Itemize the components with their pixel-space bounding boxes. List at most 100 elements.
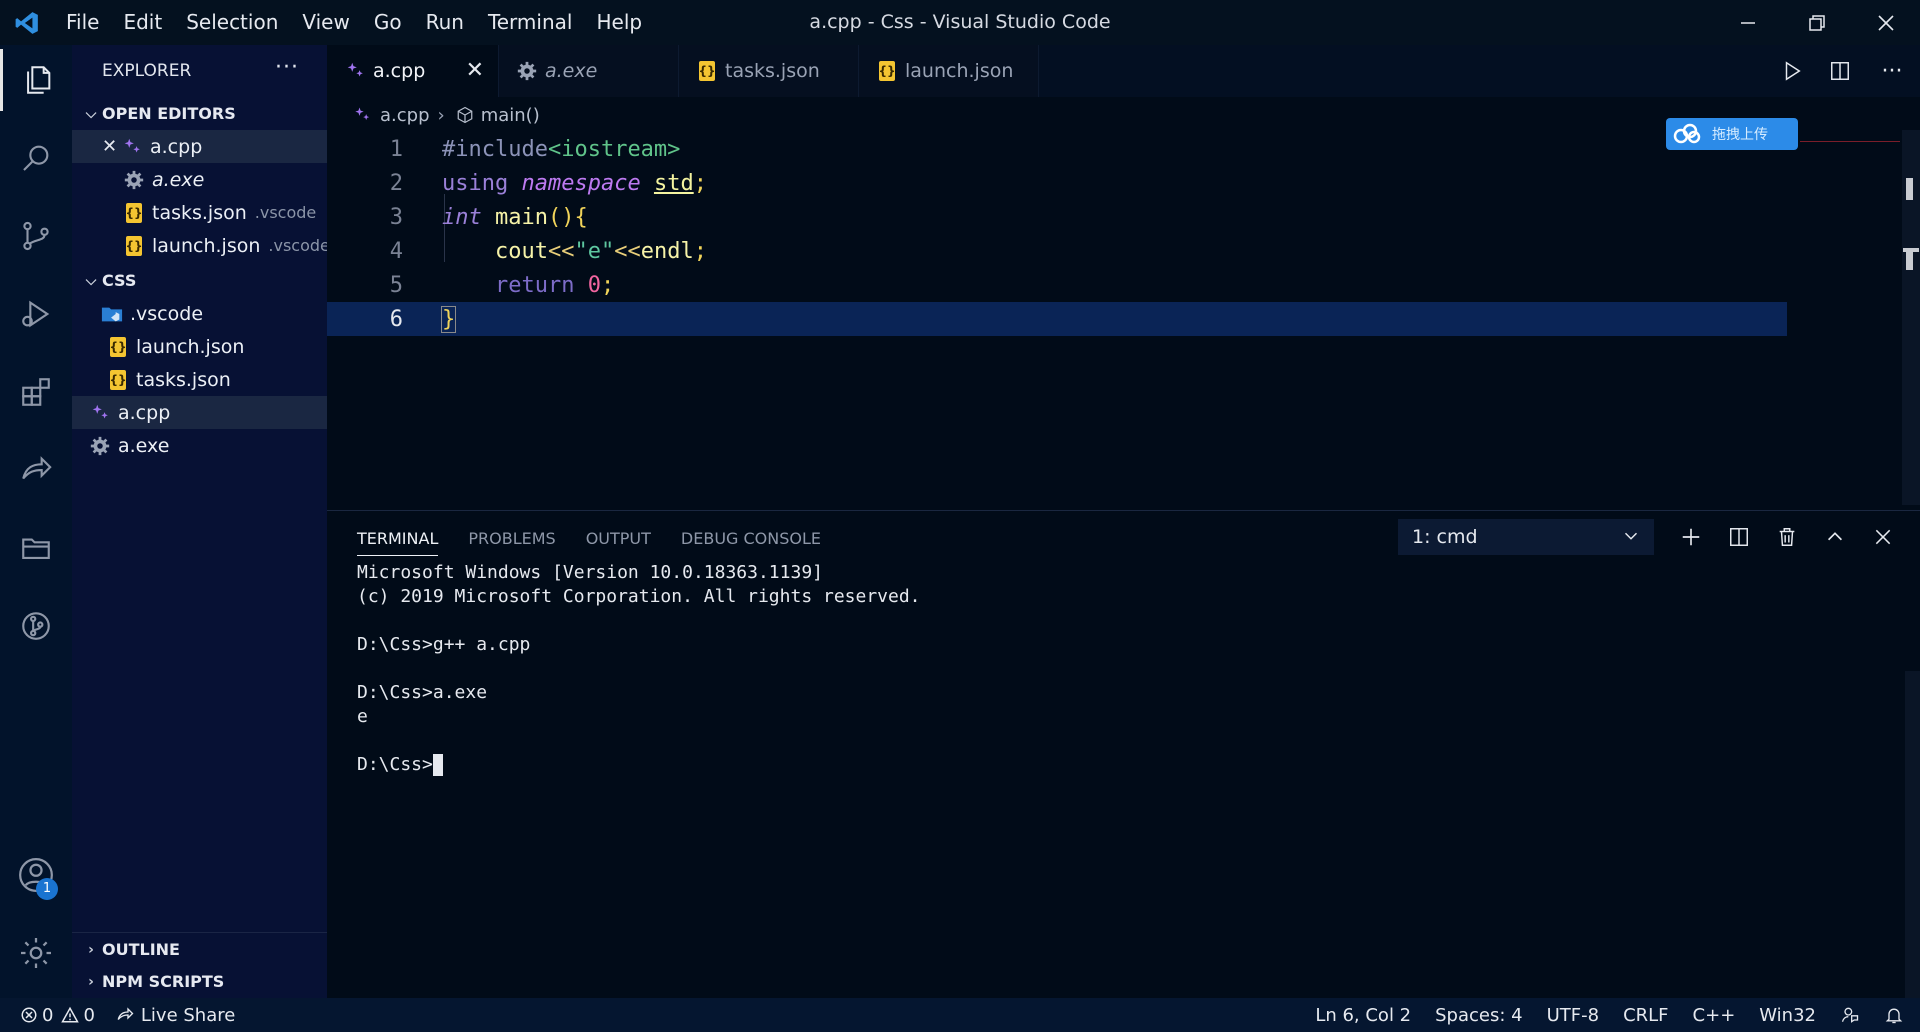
- tab-problems[interactable]: PROBLEMS: [468, 511, 555, 566]
- close-panel-button[interactable]: [1859, 519, 1907, 555]
- run-debug-button[interactable]: [0, 283, 72, 345]
- remote-explorer-button[interactable]: [0, 439, 72, 501]
- tree-item-a-cpp[interactable]: a.cpp: [72, 396, 327, 429]
- minimize-icon: [1740, 21, 1755, 24]
- menu-help[interactable]: Help: [584, 0, 654, 45]
- menu-selection[interactable]: Selection: [174, 0, 290, 45]
- extensions-icon: [22, 378, 50, 406]
- file-name: tasks.json: [152, 201, 247, 224]
- plus-icon: [1682, 528, 1700, 546]
- split-editor-button[interactable]: [1816, 45, 1864, 97]
- source-control-button[interactable]: [0, 205, 72, 267]
- code-line[interactable]: 5 return 0;: [327, 268, 1787, 302]
- code-line-current[interactable]: 6 }: [327, 302, 1787, 336]
- code-line[interactable]: 1 #include<iostream>: [327, 132, 1787, 166]
- editor-scrollbar[interactable]: [1902, 130, 1920, 505]
- manage-button[interactable]: [0, 922, 72, 984]
- notifications-button[interactable]: [1872, 998, 1920, 1032]
- split-terminal-button[interactable]: [1715, 519, 1763, 555]
- menu-terminal[interactable]: Terminal: [476, 0, 585, 45]
- feedback-button[interactable]: [1828, 998, 1872, 1032]
- code-editor[interactable]: 1 #include<iostream> 2 using namespace s…: [327, 130, 1893, 505]
- tab-terminal[interactable]: TERMINAL: [357, 511, 439, 566]
- activity-bar: 1: [0, 45, 72, 998]
- search-button[interactable]: [0, 127, 72, 189]
- token: <iostream>: [547, 136, 681, 162]
- tab-a-exe[interactable]: a.exe: [499, 45, 679, 97]
- open-editor-launch-json[interactable]: {} launch.json .vscode: [72, 229, 330, 262]
- encoding[interactable]: UTF-8: [1535, 998, 1611, 1032]
- close-tab-icon[interactable]: ✕: [466, 58, 484, 83]
- code-line[interactable]: 4 cout<<"e"<<endl;: [327, 234, 1787, 268]
- explorer-button[interactable]: [0, 49, 72, 111]
- menu-go[interactable]: Go: [362, 0, 414, 45]
- bell-icon: [1885, 1008, 1903, 1024]
- terminal-scrollbar[interactable]: [1905, 671, 1920, 999]
- menu-run[interactable]: Run: [414, 0, 476, 45]
- cursor-position[interactable]: Ln 6, Col 2: [1303, 998, 1423, 1032]
- upload-widget[interactable]: 拖拽上传: [1666, 118, 1798, 150]
- tab-debug-console[interactable]: DEBUG CONSOLE: [681, 511, 821, 566]
- tree-item-tasks-json[interactable]: {} tasks.json: [72, 363, 327, 396]
- git-graph-button[interactable]: [0, 595, 72, 657]
- token: using: [442, 170, 509, 196]
- outline-section[interactable]: › OUTLINE: [72, 932, 327, 966]
- cpp-file-icon: [88, 401, 112, 425]
- problems-status[interactable]: 0 0: [0, 998, 105, 1032]
- maximize-panel-button[interactable]: [1811, 519, 1859, 555]
- open-editor-a-cpp[interactable]: ✕ a.cpp: [72, 130, 327, 163]
- menu-edit[interactable]: Edit: [111, 0, 174, 45]
- tree-item-launch-json[interactable]: {} launch.json: [72, 330, 327, 363]
- chevron-right-icon: ›: [88, 973, 94, 990]
- minimize-button[interactable]: [1713, 0, 1782, 45]
- menu-view[interactable]: View: [290, 0, 361, 45]
- token: "e": [574, 238, 615, 264]
- tree-item-a-exe[interactable]: a.exe: [72, 429, 327, 462]
- terminal-prompt-line: D:\Css>: [357, 753, 921, 777]
- live-share-status[interactable]: Live Share: [105, 998, 245, 1032]
- token: <<: [614, 238, 641, 264]
- file-folder-desc: .vscode: [268, 236, 330, 255]
- language-mode[interactable]: C++: [1681, 998, 1748, 1032]
- tree-item-vscode[interactable]: .vscode: [72, 297, 327, 330]
- open-editor-tasks-json[interactable]: {} tasks.json .vscode: [72, 196, 327, 229]
- kill-terminal-button[interactable]: [1763, 519, 1811, 555]
- platform[interactable]: Win32: [1747, 998, 1828, 1032]
- line-endings[interactable]: CRLF: [1611, 998, 1680, 1032]
- folder-button[interactable]: [0, 517, 72, 579]
- menu-file[interactable]: File: [54, 0, 111, 45]
- open-editors-section[interactable]: ⌵ OPEN EDITORS: [72, 97, 327, 130]
- tab-launch-json[interactable]: {} launch.json: [859, 45, 1039, 97]
- tab-output[interactable]: OUTPUT: [586, 511, 651, 566]
- vscode-logo-icon[interactable]: [0, 0, 54, 45]
- line-number: 4: [389, 238, 403, 264]
- run-button[interactable]: [1768, 45, 1816, 97]
- token: cout: [494, 238, 548, 264]
- terminal-output[interactable]: Microsoft Windows [Version 10.0.18363.11…: [357, 561, 921, 777]
- close-icon[interactable]: ✕: [102, 136, 120, 157]
- restore-button[interactable]: [1782, 0, 1851, 45]
- search-icon: [23, 145, 49, 171]
- more-editor-actions-button[interactable]: ···: [1864, 45, 1920, 97]
- accounts-button[interactable]: 1: [0, 844, 72, 906]
- symbol-method-icon: [453, 103, 477, 127]
- new-terminal-button[interactable]: [1667, 519, 1715, 555]
- open-editor-a-exe[interactable]: a.exe: [72, 163, 327, 196]
- breadcrumb-file[interactable]: a.cpp: [380, 105, 430, 126]
- css-folder-section[interactable]: ⌵ CSS: [72, 264, 327, 297]
- chevron-down-icon: [1624, 532, 1638, 540]
- terminal-select[interactable]: 1: cmd: [1398, 519, 1654, 555]
- code-line[interactable]: 2 using namespace std;: [327, 166, 1787, 200]
- folder-label: CSS: [102, 271, 137, 290]
- npm-scripts-section[interactable]: › NPM SCRIPTS: [72, 965, 327, 998]
- indentation[interactable]: Spaces: 4: [1423, 998, 1534, 1032]
- extensions-button[interactable]: [0, 361, 72, 423]
- code-line[interactable]: 3 int main(){: [327, 200, 1787, 234]
- tab-a-cpp[interactable]: a.cpp ✕: [327, 45, 499, 97]
- breadcrumb-symbol[interactable]: main(): [481, 105, 540, 126]
- more-actions-icon[interactable]: ···: [275, 55, 299, 80]
- tab-tasks-json[interactable]: {} tasks.json: [679, 45, 859, 97]
- token: 0: [587, 272, 601, 298]
- close-window-button[interactable]: [1851, 0, 1920, 45]
- token: namespace: [521, 170, 641, 196]
